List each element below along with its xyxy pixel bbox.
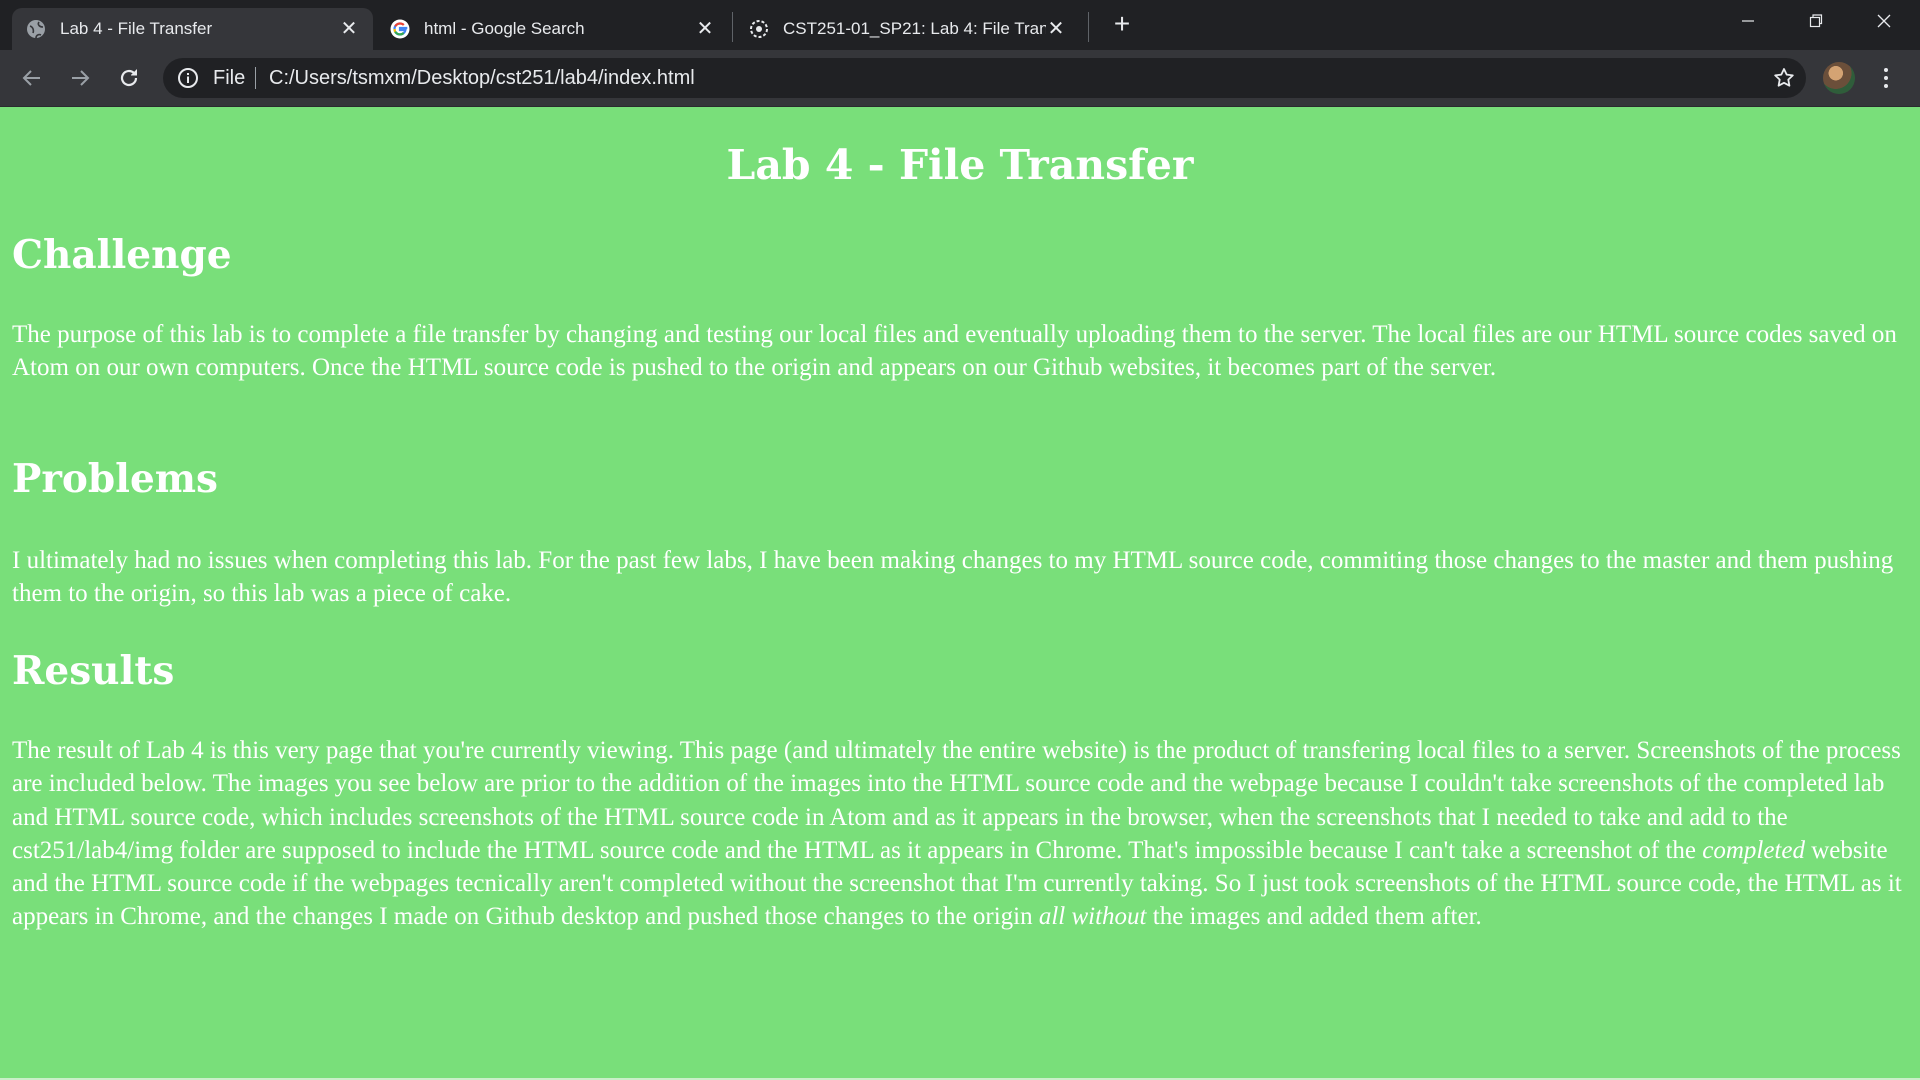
forward-button[interactable] <box>64 62 96 94</box>
results-emphasis: all without <box>1038 903 1147 931</box>
close-window-button[interactable] <box>1850 0 1918 42</box>
close-tab-icon[interactable]: ✕ <box>695 19 715 39</box>
challenge-heading: Challenge <box>12 232 232 278</box>
page-title: Lab 4 - File Transfer <box>726 141 1194 189</box>
tab-lab4[interactable]: Lab 4 - File Transfer ✕ <box>12 8 373 50</box>
results-paragraph: The result of Lab 4 is this very page th… <box>12 734 1912 934</box>
challenge-paragraph: The purpose of this lab is to complete a… <box>12 321 1897 382</box>
address-bar[interactable]: File C:/Users/tsmxm/Desktop/cst251/lab4/… <box>163 58 1806 98</box>
problems-paragraph: I ultimately had no issues when completi… <box>12 547 1894 608</box>
bookmark-star-icon[interactable] <box>1772 66 1796 90</box>
reload-icon <box>120 69 138 87</box>
canvas-icon <box>750 20 768 38</box>
back-button[interactable] <box>16 62 48 94</box>
tab-strip: Lab 4 - File Transfer ✕ html - Google Se… <box>0 0 1920 50</box>
close-tab-icon[interactable]: ✕ <box>1046 19 1066 39</box>
menu-dot <box>1884 84 1888 88</box>
problems-heading: Problems <box>12 456 219 502</box>
new-tab-button[interactable]: + <box>1110 10 1134 38</box>
results-emphasis: completed <box>1702 836 1805 864</box>
menu-dot <box>1884 76 1888 80</box>
minimize-icon <box>1742 20 1754 22</box>
profile-avatar[interactable] <box>1823 62 1855 94</box>
results-text-part: The result of Lab 4 is this very page th… <box>12 737 1901 864</box>
url-text[interactable]: C:/Users/tsmxm/Desktop/cst251/lab4/index… <box>269 67 695 89</box>
back-arrow-icon <box>22 70 40 86</box>
forward-arrow-icon <box>72 70 90 86</box>
menu-dot <box>1884 68 1888 72</box>
tab-google-search[interactable]: html - Google Search ✕ <box>376 8 729 50</box>
globe-icon <box>27 20 45 39</box>
tab-title: html - Google Search <box>424 19 585 38</box>
minimize-button[interactable] <box>1714 0 1782 42</box>
google-icon <box>390 19 410 39</box>
browser-toolbar: File C:/Users/tsmxm/Desktop/cst251/lab4/… <box>0 50 1920 107</box>
tab-canvas-lab[interactable]: CST251-01_SP21: Lab 4: File Tran ✕ <box>735 8 1080 50</box>
restore-icon <box>1809 14 1823 28</box>
restore-button[interactable] <box>1782 0 1850 42</box>
tab-divider <box>732 12 733 42</box>
close-icon <box>1877 14 1891 28</box>
results-text-part: the images and added them after. <box>1146 903 1482 931</box>
page-content: Lab 4 - File Transfer Challenge The purp… <box>0 107 1920 1080</box>
info-icon[interactable] <box>177 67 199 89</box>
tab-title: CST251-01_SP21: Lab 4: File Tran <box>783 19 1046 38</box>
url-divider <box>255 67 256 89</box>
browser-menu-button[interactable] <box>1874 62 1898 94</box>
reload-button[interactable] <box>113 62 145 94</box>
close-tab-icon[interactable]: ✕ <box>339 19 359 39</box>
tab-divider <box>1088 12 1089 42</box>
results-heading: Results <box>12 648 175 694</box>
url-scheme-label: File <box>213 67 246 89</box>
tab-title: Lab 4 - File Transfer <box>60 19 213 38</box>
